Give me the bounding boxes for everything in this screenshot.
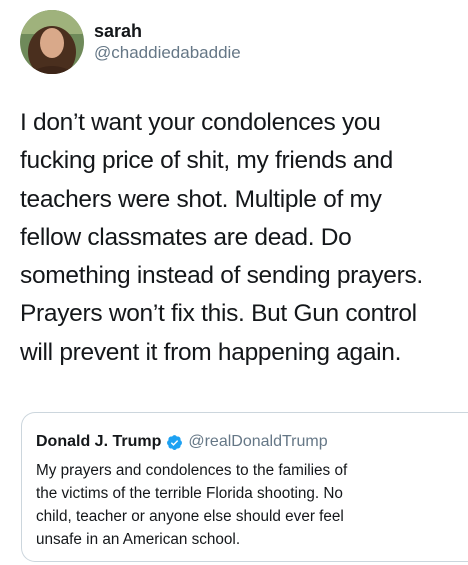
quoted-tweet-header: Donald J. Trump @realDonaldTrump [36, 431, 468, 453]
tweet-text-line: Prayers won’t fix this. But Gun control [20, 300, 417, 328]
user-handle[interactable]: @chaddiedabaddie [94, 42, 241, 64]
quoted-tweet[interactable]: Donald J. Trump @realDonaldTrump My pray… [21, 412, 468, 562]
quoted-display-name[interactable]: Donald J. Trump [36, 433, 161, 451]
tweet-text: I don’t want your condolences you fuckin… [20, 104, 465, 372]
tweet-header: sarah @chaddiedabaddie [20, 10, 241, 74]
tweet-text-line: will prevent it from happening again. [20, 338, 402, 366]
verified-badge-icon [166, 434, 183, 451]
tweet-text-line: something instead of sending prayers. [20, 262, 423, 290]
avatar[interactable] [20, 10, 84, 74]
quoted-text-line: My prayers and condolences to the famili… [36, 462, 348, 479]
quoted-tweet-text: My prayers and condolences to the famili… [36, 459, 468, 551]
display-name[interactable]: sarah [94, 20, 241, 42]
quoted-text-line: the victims of the terrible Florida shoo… [36, 485, 343, 502]
tweet-card[interactable]: sarah @chaddiedabaddie I don’t want your… [0, 0, 468, 565]
quoted-text-line: unsafe in an American school. [36, 531, 241, 548]
tweet-text-line: fellow classmates are dead. Do [20, 223, 352, 251]
tweet-text-line: I don’t want your condolences you [20, 109, 381, 136]
author-names: sarah @chaddiedabaddie [94, 20, 241, 64]
tweet-text-line: fucking price of shit, my friends and [20, 147, 393, 175]
quoted-text-line: child, teacher or anyone else should eve… [36, 508, 344, 525]
tweet-text-line: teachers were shot. Multiple of my [20, 185, 382, 213]
quoted-user-handle[interactable]: @realDonaldTrump [188, 433, 327, 451]
